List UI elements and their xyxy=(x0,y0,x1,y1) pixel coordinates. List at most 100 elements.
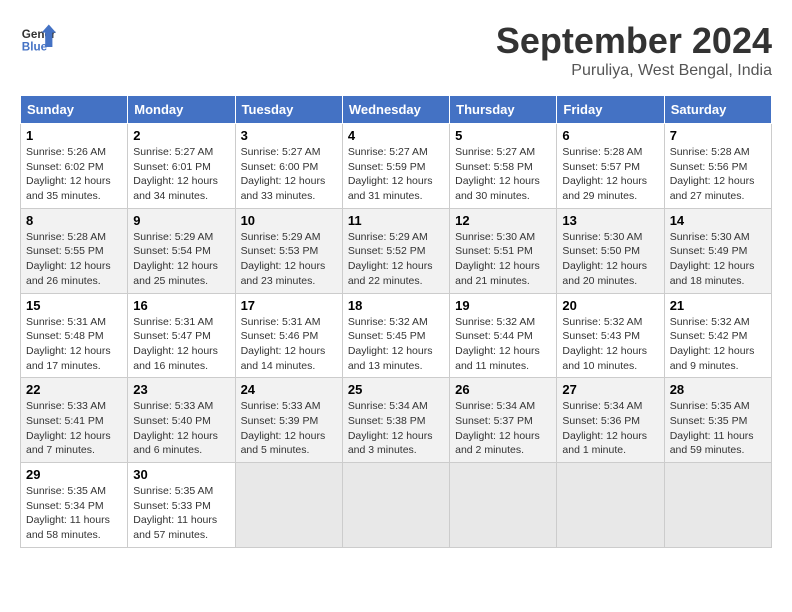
day-number: 28 xyxy=(670,382,766,397)
day-info: Sunrise: 5:28 AM Sunset: 5:56 PM Dayligh… xyxy=(670,145,766,204)
day-number: 3 xyxy=(241,128,337,143)
day-info: Sunrise: 5:35 AM Sunset: 5:34 PM Dayligh… xyxy=(26,484,122,543)
day-number: 12 xyxy=(455,213,551,228)
day-number: 23 xyxy=(133,382,229,397)
day-info: Sunrise: 5:32 AM Sunset: 5:45 PM Dayligh… xyxy=(348,315,444,374)
calendar-cell xyxy=(235,463,342,548)
calendar-cell: 12Sunrise: 5:30 AM Sunset: 5:51 PM Dayli… xyxy=(450,208,557,293)
day-info: Sunrise: 5:30 AM Sunset: 5:50 PM Dayligh… xyxy=(562,230,658,289)
location-title: Puruliya, West Bengal, India xyxy=(496,62,772,80)
day-info: Sunrise: 5:27 AM Sunset: 6:00 PM Dayligh… xyxy=(241,145,337,204)
calendar-cell: 15 Sunrise: 5:31 AM Sunset: 5:48 PM Dayli… xyxy=(21,293,128,378)
day-number: 29 xyxy=(26,467,122,482)
calendar-cell: 21 Sunrise: 5:32 AM Sunset: 5:42 PM Dayli… xyxy=(664,293,771,378)
weekday-header-thursday: Thursday xyxy=(450,96,557,124)
day-number: 8 xyxy=(26,213,122,228)
day-info: Sunrise: 5:33 AM Sunset: 5:41 PM Dayligh… xyxy=(26,399,122,458)
day-number: 15 xyxy=(26,298,122,313)
day-info: Sunrise: 5:35 AM Sunset: 5:35 PM Dayligh… xyxy=(670,399,766,458)
calendar-cell: 16 Sunrise: 5:31 AM Sunset: 5:47 PM Dayli… xyxy=(128,293,235,378)
day-number: 24 xyxy=(241,382,337,397)
day-number: 22 xyxy=(26,382,122,397)
calendar-cell: 3 Sunrise: 5:27 AM Sunset: 6:00 PM Daylig… xyxy=(235,124,342,209)
day-number: 14 xyxy=(670,213,766,228)
day-number: 20 xyxy=(562,298,658,313)
day-number: 9 xyxy=(133,213,229,228)
calendar-cell: 22 Sunrise: 5:33 AM Sunset: 5:41 PM Dayli… xyxy=(21,378,128,463)
day-info: Sunrise: 5:32 AM Sunset: 5:43 PM Dayligh… xyxy=(562,315,658,374)
svg-text:Blue: Blue xyxy=(22,41,48,54)
calendar-table: SundayMondayTuesdayWednesdayThursdayFrid… xyxy=(20,95,772,548)
day-number: 6 xyxy=(562,128,658,143)
calendar-cell: 17 Sunrise: 5:31 AM Sunset: 5:46 PM Dayli… xyxy=(235,293,342,378)
title-block: September 2024 Puruliya, West Bengal, In… xyxy=(496,20,772,80)
day-info: Sunrise: 5:34 AM Sunset: 5:37 PM Dayligh… xyxy=(455,399,551,458)
weekday-header-monday: Monday xyxy=(128,96,235,124)
day-info: Sunrise: 5:35 AM Sunset: 5:33 PM Dayligh… xyxy=(133,484,229,543)
calendar-cell xyxy=(557,463,664,548)
calendar-cell: 14Sunrise: 5:30 AM Sunset: 5:49 PM Dayli… xyxy=(664,208,771,293)
calendar-cell: 8 Sunrise: 5:28 AM Sunset: 5:55 PM Daylig… xyxy=(21,208,128,293)
calendar-cell: 4 Sunrise: 5:27 AM Sunset: 5:59 PM Daylig… xyxy=(342,124,449,209)
day-info: Sunrise: 5:29 AM Sunset: 5:52 PM Dayligh… xyxy=(348,230,444,289)
calendar-cell xyxy=(450,463,557,548)
day-info: Sunrise: 5:31 AM Sunset: 5:47 PM Dayligh… xyxy=(133,315,229,374)
day-number: 2 xyxy=(133,128,229,143)
calendar-header-row: SundayMondayTuesdayWednesdayThursdayFrid… xyxy=(21,96,772,124)
logo-icon: General Blue xyxy=(20,20,56,56)
day-number: 27 xyxy=(562,382,658,397)
day-info: Sunrise: 5:27 AM Sunset: 6:01 PM Dayligh… xyxy=(133,145,229,204)
calendar-cell: 29 Sunrise: 5:35 AM Sunset: 5:34 PM Dayli… xyxy=(21,463,128,548)
calendar-cell xyxy=(342,463,449,548)
day-number: 16 xyxy=(133,298,229,313)
day-number: 4 xyxy=(348,128,444,143)
calendar-cell: 25 Sunrise: 5:34 AM Sunset: 5:38 PM Dayli… xyxy=(342,378,449,463)
day-info: Sunrise: 5:34 AM Sunset: 5:36 PM Dayligh… xyxy=(562,399,658,458)
day-number: 5 xyxy=(455,128,551,143)
calendar-cell: 6 Sunrise: 5:28 AM Sunset: 5:57 PM Daylig… xyxy=(557,124,664,209)
calendar-cell: 7 Sunrise: 5:28 AM Sunset: 5:56 PM Daylig… xyxy=(664,124,771,209)
day-number: 17 xyxy=(241,298,337,313)
calendar-cell: 5 Sunrise: 5:27 AM Sunset: 5:58 PM Daylig… xyxy=(450,124,557,209)
day-info: Sunrise: 5:32 AM Sunset: 5:44 PM Dayligh… xyxy=(455,315,551,374)
calendar-cell: 24 Sunrise: 5:33 AM Sunset: 5:39 PM Dayli… xyxy=(235,378,342,463)
calendar-cell: 9Sunrise: 5:29 AM Sunset: 5:54 PM Daylig… xyxy=(128,208,235,293)
day-number: 7 xyxy=(670,128,766,143)
day-info: Sunrise: 5:31 AM Sunset: 5:46 PM Dayligh… xyxy=(241,315,337,374)
day-number: 19 xyxy=(455,298,551,313)
calendar-week-row: 22 Sunrise: 5:33 AM Sunset: 5:41 PM Dayli… xyxy=(21,378,772,463)
weekday-header-friday: Friday xyxy=(557,96,664,124)
day-info: Sunrise: 5:31 AM Sunset: 5:48 PM Dayligh… xyxy=(26,315,122,374)
day-info: Sunrise: 5:32 AM Sunset: 5:42 PM Dayligh… xyxy=(670,315,766,374)
day-number: 18 xyxy=(348,298,444,313)
calendar-cell: 20 Sunrise: 5:32 AM Sunset: 5:43 PM Dayli… xyxy=(557,293,664,378)
day-info: Sunrise: 5:28 AM Sunset: 5:55 PM Dayligh… xyxy=(26,230,122,289)
calendar-week-row: 29 Sunrise: 5:35 AM Sunset: 5:34 PM Dayli… xyxy=(21,463,772,548)
day-info: Sunrise: 5:27 AM Sunset: 5:59 PM Dayligh… xyxy=(348,145,444,204)
weekday-header-sunday: Sunday xyxy=(21,96,128,124)
calendar-cell: 23 Sunrise: 5:33 AM Sunset: 5:40 PM Dayli… xyxy=(128,378,235,463)
day-number: 26 xyxy=(455,382,551,397)
day-info: Sunrise: 5:27 AM Sunset: 5:58 PM Dayligh… xyxy=(455,145,551,204)
day-info: Sunrise: 5:33 AM Sunset: 5:39 PM Dayligh… xyxy=(241,399,337,458)
calendar-cell: 18 Sunrise: 5:32 AM Sunset: 5:45 PM Dayli… xyxy=(342,293,449,378)
day-number: 11 xyxy=(348,213,444,228)
calendar-cell: 26 Sunrise: 5:34 AM Sunset: 5:37 PM Dayli… xyxy=(450,378,557,463)
day-number: 1 xyxy=(26,128,122,143)
calendar-week-row: 1Sunrise: 5:26 AM Sunset: 6:02 PM Daylig… xyxy=(21,124,772,209)
day-number: 13 xyxy=(562,213,658,228)
calendar-week-row: 15 Sunrise: 5:31 AM Sunset: 5:48 PM Dayli… xyxy=(21,293,772,378)
day-number: 25 xyxy=(348,382,444,397)
calendar-cell: 30 Sunrise: 5:35 AM Sunset: 5:33 PM Dayli… xyxy=(128,463,235,548)
calendar-cell: 19 Sunrise: 5:32 AM Sunset: 5:44 PM Dayli… xyxy=(450,293,557,378)
day-number: 21 xyxy=(670,298,766,313)
day-info: Sunrise: 5:28 AM Sunset: 5:57 PM Dayligh… xyxy=(562,145,658,204)
weekday-header-saturday: Saturday xyxy=(664,96,771,124)
day-info: Sunrise: 5:34 AM Sunset: 5:38 PM Dayligh… xyxy=(348,399,444,458)
day-number: 30 xyxy=(133,467,229,482)
month-title: September 2024 xyxy=(496,20,772,62)
logo: General Blue xyxy=(20,20,56,56)
day-number: 10 xyxy=(241,213,337,228)
day-info: Sunrise: 5:33 AM Sunset: 5:40 PM Dayligh… xyxy=(133,399,229,458)
calendar-cell: 10Sunrise: 5:29 AM Sunset: 5:53 PM Dayli… xyxy=(235,208,342,293)
